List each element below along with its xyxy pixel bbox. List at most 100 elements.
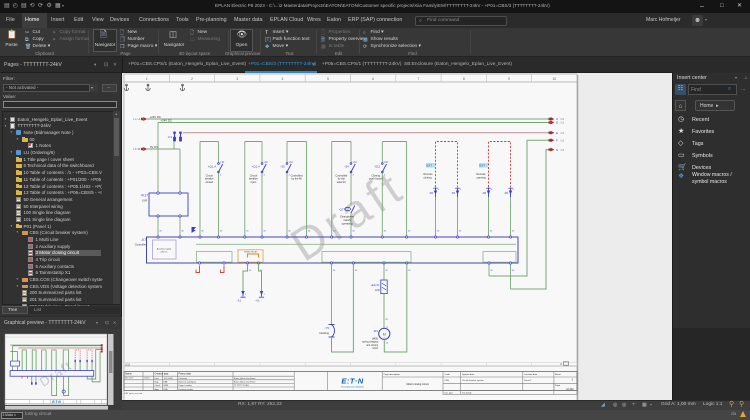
svg-text:-M1: -M1 bbox=[373, 329, 378, 333]
svg-text:-K7: -K7 bbox=[141, 238, 146, 242]
svg-text:+Q1.A: +Q1.A bbox=[208, 165, 217, 169]
svg-text:10: 10 bbox=[552, 77, 556, 81]
svg-text:switch: switch bbox=[343, 218, 351, 222]
svg-text:TTTTTTTT-24kV: TTTTTTTT-24kV bbox=[234, 385, 250, 387]
svg-text:Appr.: Appr. bbox=[155, 388, 160, 391]
svg-text:Controlled: Controlled bbox=[291, 173, 303, 177]
svg-text:Circuit breaker system: Circuit breaker system bbox=[462, 379, 484, 382]
svg-text:A: A bbox=[138, 117, 140, 121]
svg-text:6: 6 bbox=[372, 77, 374, 81]
svg-text:F: F bbox=[556, 139, 558, 143]
svg-text:Xiia family: Xiia family bbox=[462, 393, 472, 395]
svg-text:operating: operating bbox=[342, 221, 353, 225]
svg-text:EXT: EXT bbox=[480, 164, 486, 168]
svg-text:EXT: EXT bbox=[427, 164, 433, 168]
svg-text:/13: /13 bbox=[561, 132, 565, 135]
svg-text:by the BI: by the BI bbox=[291, 177, 302, 181]
svg-text:9: 9 bbox=[508, 77, 510, 81]
svg-text:-S5: -S5 bbox=[280, 165, 285, 169]
svg-text:(M05): (M05) bbox=[372, 339, 378, 341]
svg-text:-F1: -F1 bbox=[168, 135, 173, 139]
svg-text:4: 4 bbox=[282, 77, 284, 81]
svg-text:13-1-2020: 13-1-2020 bbox=[164, 378, 174, 380]
svg-text:/13: /13 bbox=[561, 149, 565, 152]
svg-text:spring charging: spring charging bbox=[362, 341, 378, 344]
svg-text:-Q7.3: -Q7.3 bbox=[338, 208, 346, 212]
svg-text:Status: Status bbox=[125, 373, 132, 376]
svg-text:E: E bbox=[556, 131, 558, 135]
svg-text:1-A /: 1-A / bbox=[133, 118, 138, 121]
svg-text:24V DC: 24V DC bbox=[160, 252, 168, 254]
svg-text:Auxiliary supply: Auxiliary supply bbox=[157, 248, 172, 251]
svg-text:Dat. type: Dat. type bbox=[445, 392, 454, 395]
svg-text:open: open bbox=[251, 181, 257, 184]
svg-text:2: 2 bbox=[191, 77, 193, 81]
svg-text:~: ~ bbox=[383, 336, 385, 340]
svg-text:5: 5 bbox=[327, 77, 329, 81]
svg-text:DAT rights reserved: DAT rights reserved bbox=[125, 392, 143, 395]
svg-text:+24V DC: +24V DC bbox=[161, 118, 172, 122]
svg-text:+E9-X1: +E9-X1 bbox=[370, 283, 380, 287]
svg-text:+24V DC: +24V DC bbox=[150, 115, 161, 119]
svg-text:Eng.: Eng. bbox=[155, 382, 160, 384]
svg-text:-X1: -X1 bbox=[237, 299, 242, 303]
svg-text:/13: /13 bbox=[561, 122, 565, 125]
svg-text:LVR: LVR bbox=[375, 289, 380, 292]
svg-text:opening: opening bbox=[477, 175, 487, 179]
svg-text:blocking: blocking bbox=[319, 331, 329, 335]
svg-text:Check.: Check. bbox=[155, 385, 162, 387]
svg-text:Closing: Closing bbox=[371, 173, 380, 177]
svg-text:-S4: -S4 bbox=[344, 165, 349, 169]
svg-text:-S5: -S5 bbox=[429, 191, 434, 195]
svg-text:Code: Code bbox=[445, 374, 451, 376]
svg-text:and closing: and closing bbox=[366, 345, 378, 347]
svg-text:Controlled: Controlled bbox=[335, 173, 347, 177]
svg-text:+Q1.4: +Q1.4 bbox=[252, 165, 261, 169]
svg-text:Project number: Project number bbox=[179, 384, 193, 387]
svg-text:selector: selector bbox=[337, 180, 346, 184]
svg-text:EGE: EGE bbox=[164, 389, 169, 391]
svg-text:-S11: -S11 bbox=[374, 165, 380, 169]
svg-text:LVR: LVR bbox=[142, 199, 147, 203]
svg-text:1-B /: 1-B / bbox=[133, 149, 138, 151]
svg-text:push button: push button bbox=[369, 177, 383, 181]
svg-text:Eaton_Eplan Live Event: Eaton_Eplan Live Event bbox=[234, 381, 256, 384]
svg-text:0V DC: 0V DC bbox=[150, 145, 158, 149]
svg-text:Circuit: Circuit bbox=[206, 173, 214, 177]
svg-text:WSN: WSN bbox=[164, 385, 169, 387]
svg-text:Powering Business Worldwide: Powering Business Worldwide bbox=[341, 385, 364, 388]
svg-text:Page: Page bbox=[555, 385, 561, 387]
svg-text:/13: /13 bbox=[561, 140, 565, 143]
svg-text:-S5: -S5 bbox=[482, 191, 487, 195]
svg-text:-X1: -X1 bbox=[255, 299, 260, 303]
svg-text:Changeover: Changeover bbox=[340, 215, 354, 219]
svg-text:Circuit: Circuit bbox=[250, 173, 258, 177]
svg-text:B: B bbox=[138, 147, 140, 151]
svg-text:Rev. Date: Rev. Date bbox=[125, 377, 133, 380]
svg-text:7: 7 bbox=[417, 77, 419, 81]
svg-text:closing: closing bbox=[424, 175, 433, 179]
svg-text:Name of switchgear: Name of switchgear bbox=[179, 381, 197, 384]
svg-text:System data: System data bbox=[462, 373, 475, 376]
svg-text:PWM02 RELAY: PWM02 RELAY bbox=[244, 251, 258, 254]
svg-text:-Y5: -Y5 bbox=[324, 326, 329, 330]
svg-text:1: 1 bbox=[146, 77, 148, 81]
svg-text:8: 8 bbox=[463, 77, 465, 81]
svg-text:10.340: 10.340 bbox=[566, 388, 574, 391]
svg-text:motor: motor bbox=[372, 347, 378, 350]
svg-text:Location data: Location data bbox=[524, 373, 538, 376]
svg-text:(C)2: (C)2 bbox=[125, 362, 131, 366]
svg-text:breaker: breaker bbox=[249, 177, 258, 181]
svg-text:Project data: Project data bbox=[179, 373, 192, 376]
svg-text:Creation data: Creation data bbox=[155, 373, 170, 376]
svg-text:+K17: +K17 bbox=[140, 194, 148, 198]
svg-text:Drawing number: Drawing number bbox=[179, 389, 194, 391]
svg-text:Sheet: Sheet bbox=[555, 373, 561, 376]
svg-text:EBE: EBE bbox=[164, 382, 169, 384]
svg-text:Remote: Remote bbox=[424, 172, 434, 176]
svg-text:breaker: breaker bbox=[205, 177, 214, 181]
svg-text:Eaton_Eplan Live Event: Eaton_Eplan Live Event bbox=[234, 377, 256, 380]
svg-text:Remote: Remote bbox=[477, 172, 487, 176]
svg-text:Name: Name bbox=[145, 378, 150, 380]
svg-text:closed: closed bbox=[206, 180, 214, 184]
